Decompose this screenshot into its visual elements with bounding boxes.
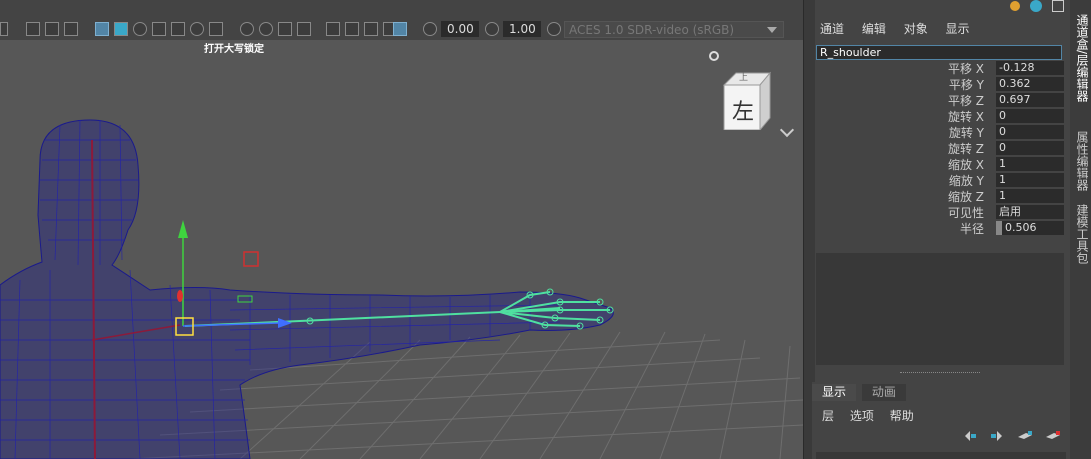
attribute-label: 旋转 X: [947, 110, 984, 124]
shaded-icon[interactable]: [133, 22, 147, 36]
tab-display[interactable]: 显示: [812, 384, 857, 401]
viewport-scene: [0, 119, 803, 459]
tab-channel-box-layer-editor[interactable]: 通道盒/层编辑器: [1070, 8, 1091, 108]
isolate-select-icon[interactable]: [326, 22, 340, 36]
menu-options[interactable]: 选项: [850, 409, 874, 423]
layer-editor-menu: 层 选项 帮助: [822, 407, 926, 424]
object-name-field[interactable]: R_shoulder: [816, 45, 1062, 60]
color-management-icon[interactable]: [423, 22, 437, 36]
tab-attribute-editor[interactable]: 属性编辑器: [1070, 118, 1091, 203]
hierarchy-icon[interactable]: [1010, 1, 1020, 11]
xray-icon[interactable]: [345, 22, 359, 36]
attribute-value[interactable]: 1: [996, 189, 1064, 203]
grid-icon[interactable]: [26, 22, 40, 36]
attribute-row[interactable]: 旋转 Y 0: [816, 124, 1064, 140]
panel-resize-handle[interactable]: [900, 372, 980, 373]
new-layer-icon[interactable]: [1018, 430, 1033, 440]
menu-channels[interactable]: 通道: [820, 22, 844, 36]
viewport-panel[interactable]: 上 左: [0, 40, 803, 459]
motion-blur-icon[interactable]: [259, 22, 273, 36]
tab-modeling-toolkit[interactable]: 建模工具包: [1070, 200, 1091, 268]
menu-object[interactable]: 对象: [904, 22, 928, 36]
chevron-down-icon: [767, 27, 777, 33]
attribute-value[interactable]: -0.128: [996, 61, 1064, 75]
view-cube-top-label: 上: [739, 73, 749, 83]
layer-buttons: [953, 430, 1060, 444]
menu-layers[interactable]: 层: [822, 409, 834, 423]
ambient-occlusion-icon[interactable]: [240, 22, 254, 36]
wireframe-on-shaded-icon[interactable]: [152, 22, 166, 36]
attribute-value[interactable]: 0.697: [996, 93, 1064, 107]
toolbar-icon[interactable]: [0, 22, 8, 36]
backface-culling-icon[interactable]: [393, 22, 407, 36]
tab-animation[interactable]: 动画: [861, 384, 906, 401]
smooth-shading-icon[interactable]: [114, 22, 128, 36]
layer-editor-panel: 显示 动画 层 选项 帮助: [812, 382, 1070, 459]
attribute-row[interactable]: 旋转 X 0: [816, 108, 1064, 124]
help-icon[interactable]: [1030, 0, 1042, 12]
attribute-value[interactable]: 0.362: [996, 77, 1064, 91]
caps-lock-indicator: 打开大写锁定: [204, 44, 264, 55]
attribute-row[interactable]: 缩放 Y 1: [816, 172, 1064, 188]
gamma-field[interactable]: 1.00: [503, 21, 541, 37]
attribute-value[interactable]: 启用: [996, 205, 1064, 219]
view-cube-face-label: 左: [732, 100, 755, 125]
attribute-label: 旋转 Y: [948, 126, 984, 140]
attribute-row[interactable]: 缩放 X 1: [816, 156, 1064, 172]
channel-box-menu: 通道 编辑 对象 显示: [820, 20, 984, 37]
side-tab-bar: 通道盒/层编辑器 属性编辑器 建模工具包: [1070, 0, 1091, 459]
attribute-value[interactable]: 1: [996, 173, 1064, 187]
move-layer-down-icon[interactable]: [990, 430, 1004, 441]
attribute-label: 缩放 X: [947, 158, 984, 172]
attribute-label: 缩放 Z: [947, 190, 984, 204]
attribute-row[interactable]: 缩放 Z 1: [816, 188, 1064, 204]
attribute-label: 可见性: [947, 206, 984, 220]
channel-box-empty-area: [816, 253, 1064, 365]
attribute-row[interactable]: 半径 0.506: [816, 220, 1064, 236]
color-space-dropdown[interactable]: ACES 1.0 SDR-video (sRGB): [564, 21, 784, 38]
wireframe-shading-icon[interactable]: [95, 22, 109, 36]
shadows-icon[interactable]: [209, 22, 223, 36]
viewport-toolbar: 0.00 1.00 ACES 1.0 SDR-video (sRGB): [0, 0, 803, 40]
view-cube[interactable]: 上 左: [722, 70, 772, 130]
film-gate-icon[interactable]: [45, 22, 59, 36]
move-layer-up-icon[interactable]: [963, 430, 977, 441]
top-right-icons: [1010, 0, 1070, 14]
xray-active-icon[interactable]: [364, 22, 378, 36]
anti-aliasing-icon[interactable]: [278, 22, 292, 36]
attribute-value[interactable]: 0: [996, 109, 1064, 123]
attribute-label: 旋转 Z: [947, 142, 984, 156]
attribute-row[interactable]: 可见性 启用: [816, 204, 1064, 220]
attribute-label: 半径: [959, 222, 984, 236]
attribute-row[interactable]: 平移 X -0.128: [816, 60, 1064, 76]
text-icon[interactable]: [64, 22, 78, 36]
attribute-row[interactable]: 平移 Z 0.697: [816, 92, 1064, 108]
menu-show[interactable]: 显示: [946, 22, 970, 36]
attribute-value[interactable]: 0: [996, 125, 1064, 139]
view-cube-home-icon[interactable]: [709, 51, 719, 61]
attribute-label: 平移 Y: [948, 78, 984, 92]
color-space-label: ACES 1.0 SDR-video (sRGB): [569, 23, 735, 37]
menu-help[interactable]: 帮助: [890, 409, 914, 423]
textured-icon[interactable]: [171, 22, 185, 36]
view-transform-icon[interactable]: [547, 22, 561, 36]
attribute-value[interactable]: 0: [996, 141, 1064, 155]
attribute-value[interactable]: 0.506: [996, 221, 1064, 235]
lighting-icon[interactable]: [190, 22, 204, 36]
gamma-icon[interactable]: [485, 22, 499, 36]
menu-edit[interactable]: 编辑: [862, 22, 886, 36]
attribute-label: 缩放 Y: [948, 174, 984, 188]
layer-editor-tabs: 显示 动画: [812, 384, 908, 401]
attribute-row[interactable]: 旋转 Z 0: [816, 140, 1064, 156]
depth-of-field-icon[interactable]: [297, 22, 311, 36]
attribute-label: 平移 X: [947, 62, 984, 76]
layer-list: [816, 452, 1066, 459]
attribute-row[interactable]: 平移 Y 0.362: [816, 76, 1064, 92]
attribute-label: 平移 Z: [947, 94, 984, 108]
exposure-field[interactable]: 0.00: [441, 21, 479, 37]
new-layer-selected-icon[interactable]: [1046, 430, 1060, 440]
attribute-value[interactable]: 1: [996, 157, 1064, 171]
expand-icon[interactable]: [1052, 0, 1064, 12]
